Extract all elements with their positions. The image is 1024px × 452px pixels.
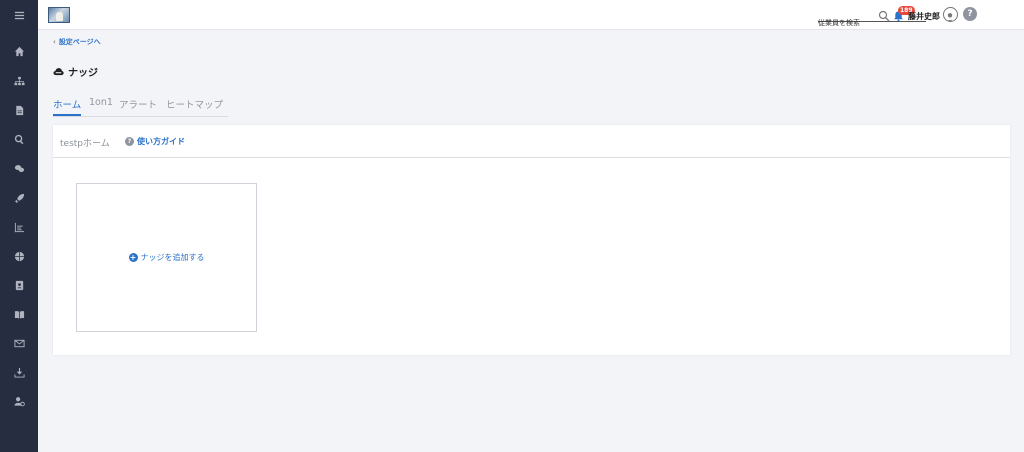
page-title: ナッジ [53,64,98,79]
chart-icon[interactable] [0,217,38,237]
help-icon[interactable]: ? [963,7,977,21]
add-nudge-tile[interactable]: + ナッジを追加する [76,183,257,332]
user-name[interactable]: 藤井史郎 [908,11,940,22]
add-nudge-label: ナッジを追加する [140,253,205,262]
card-header: testpホーム ? 使い方ガイド [53,125,1010,158]
globe-icon[interactable] [0,246,38,266]
tab-home[interactable]: ホーム [53,97,82,116]
tab-1on1[interactable]: 1on1 [89,97,113,116]
back-to-settings-link[interactable]: ‹ 設定ページへ [53,37,101,47]
tab-alert[interactable]: アラート [119,97,157,116]
rocket-icon[interactable] [0,188,38,208]
card-title: testpホーム [60,139,110,149]
company-logo[interactable] [48,7,70,23]
plus-circle-icon: + [128,253,138,262]
usage-guide-link[interactable]: ? 使い方ガイド [125,136,185,147]
book-icon[interactable] [0,304,38,324]
cloud-icon [53,68,64,76]
tab-bar: ホーム 1on1 アラート ヒートマップ [53,97,228,117]
mail-icon[interactable] [0,333,38,353]
document-icon[interactable] [0,100,38,120]
tab-heatmap[interactable]: ヒートマップ [166,97,223,116]
add-nudge-button[interactable]: + ナッジを追加する [128,252,205,263]
search-icon[interactable] [878,10,890,22]
chevron-left-icon: ‹ [53,38,56,46]
user-settings-icon[interactable] [0,391,38,411]
menu-icon[interactable] [0,5,38,25]
back-link-label: 設定ページへ [58,38,101,46]
org-chart-icon[interactable] [0,71,38,91]
page-title-text: ナッジ [68,68,98,79]
nudge-card: testpホーム ? 使い方ガイド + ナッジを追加する [53,125,1010,355]
question-icon: ? [125,137,134,146]
usage-guide-label: 使い方ガイド [137,137,185,146]
contact-card-icon[interactable] [0,275,38,295]
user-icon [946,13,954,21]
download-icon[interactable] [0,362,38,382]
top-header [38,0,1024,30]
search-icon[interactable] [0,129,38,149]
home-icon[interactable] [0,41,38,61]
chat-icon[interactable] [0,158,38,178]
sidebar [0,0,38,452]
avatar[interactable] [943,7,958,22]
